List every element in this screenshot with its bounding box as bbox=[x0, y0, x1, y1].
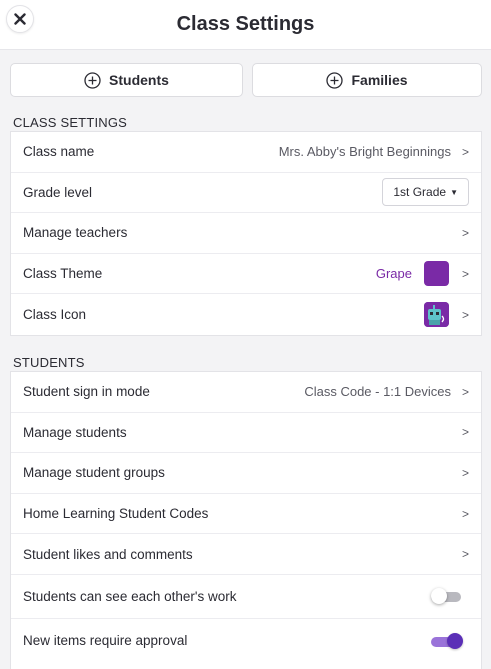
class-name-label: Class name bbox=[23, 144, 95, 160]
plus-circle-icon bbox=[84, 71, 101, 89]
class-theme-value: Grape bbox=[375, 266, 412, 282]
plus-circle-icon bbox=[326, 71, 344, 89]
home-codes-label: Home Learning Student Codes bbox=[23, 506, 209, 522]
theme-color-swatch bbox=[424, 261, 449, 287]
manage-students-row[interactable]: Manage students > bbox=[11, 413, 481, 454]
manage-teachers-label: Manage teachers bbox=[23, 225, 128, 241]
sign-in-mode-row[interactable]: Student sign in mode Class Code - 1:1 De… bbox=[11, 372, 481, 413]
grade-level-select[interactable]: 1st Grade ▼ bbox=[382, 178, 469, 207]
class-name-value: Mrs. Abby's Bright Beginnings bbox=[278, 144, 451, 160]
toggle-knob bbox=[447, 632, 463, 649]
sign-in-mode-value: Class Code - 1:1 Devices bbox=[304, 384, 451, 400]
grade-level-value: 1st Grade bbox=[393, 185, 447, 200]
chevron-right-icon: > bbox=[461, 144, 469, 159]
chevron-right-icon: > bbox=[461, 307, 469, 322]
manage-groups-label: Manage student groups bbox=[23, 465, 165, 481]
chevron-right-icon: > bbox=[461, 384, 469, 399]
chevron-right-icon: > bbox=[461, 547, 469, 562]
class-icon-label: Class Icon bbox=[23, 307, 87, 323]
class-settings-card: Class name Mrs. Abby's Bright Beginnings… bbox=[10, 131, 482, 336]
class-icon-row[interactable]: Class Icon > bbox=[11, 294, 481, 335]
chevron-right-icon: > bbox=[461, 506, 469, 521]
class-theme-label: Class Theme bbox=[23, 266, 103, 282]
chevron-right-icon: > bbox=[461, 465, 469, 480]
chevron-right-icon: > bbox=[461, 425, 469, 440]
students-card: Student sign in mode Class Code - 1:1 De… bbox=[10, 371, 482, 669]
grade-level-row: Grade level 1st Grade ▼ bbox=[11, 173, 481, 214]
manage-groups-row[interactable]: Manage student groups > bbox=[11, 453, 481, 494]
sign-in-mode-label: Student sign in mode bbox=[23, 384, 150, 400]
chevron-right-icon: > bbox=[461, 266, 469, 281]
approval-row: New items require approval bbox=[11, 619, 481, 663]
add-students-button[interactable]: Students bbox=[10, 63, 243, 97]
home-codes-row[interactable]: Home Learning Student Codes > bbox=[11, 494, 481, 535]
approval-label: New items require approval bbox=[23, 633, 188, 649]
page-title: Class Settings bbox=[176, 13, 315, 35]
caret-down-icon: ▼ bbox=[450, 187, 458, 197]
class-settings-heading: CLASS SETTINGS bbox=[13, 115, 128, 130]
likes-comments-row[interactable]: Student likes and comments > bbox=[11, 534, 481, 575]
approval-toggle[interactable] bbox=[431, 632, 463, 650]
students-heading: STUDENTS bbox=[13, 355, 85, 370]
see-work-toggle[interactable] bbox=[431, 587, 463, 605]
add-families-button[interactable]: Families bbox=[252, 63, 482, 97]
chevron-right-icon: > bbox=[461, 225, 469, 240]
header: Class Settings bbox=[0, 0, 491, 50]
robot-icon bbox=[424, 302, 449, 328]
manage-students-label: Manage students bbox=[23, 424, 127, 440]
add-students-label: Students bbox=[109, 72, 169, 88]
add-families-label: Families bbox=[351, 72, 408, 88]
manage-teachers-row[interactable]: Manage teachers > bbox=[11, 213, 481, 254]
see-work-row: Students can see each other's work bbox=[11, 575, 481, 619]
class-theme-row[interactable]: Class Theme Grape > bbox=[11, 254, 481, 295]
class-name-row[interactable]: Class name Mrs. Abby's Bright Beginnings… bbox=[11, 132, 481, 173]
see-work-label: Students can see each other's work bbox=[23, 588, 237, 604]
grade-level-label: Grade level bbox=[23, 184, 93, 200]
likes-comments-label: Student likes and comments bbox=[23, 546, 193, 562]
toggle-knob bbox=[431, 588, 447, 605]
